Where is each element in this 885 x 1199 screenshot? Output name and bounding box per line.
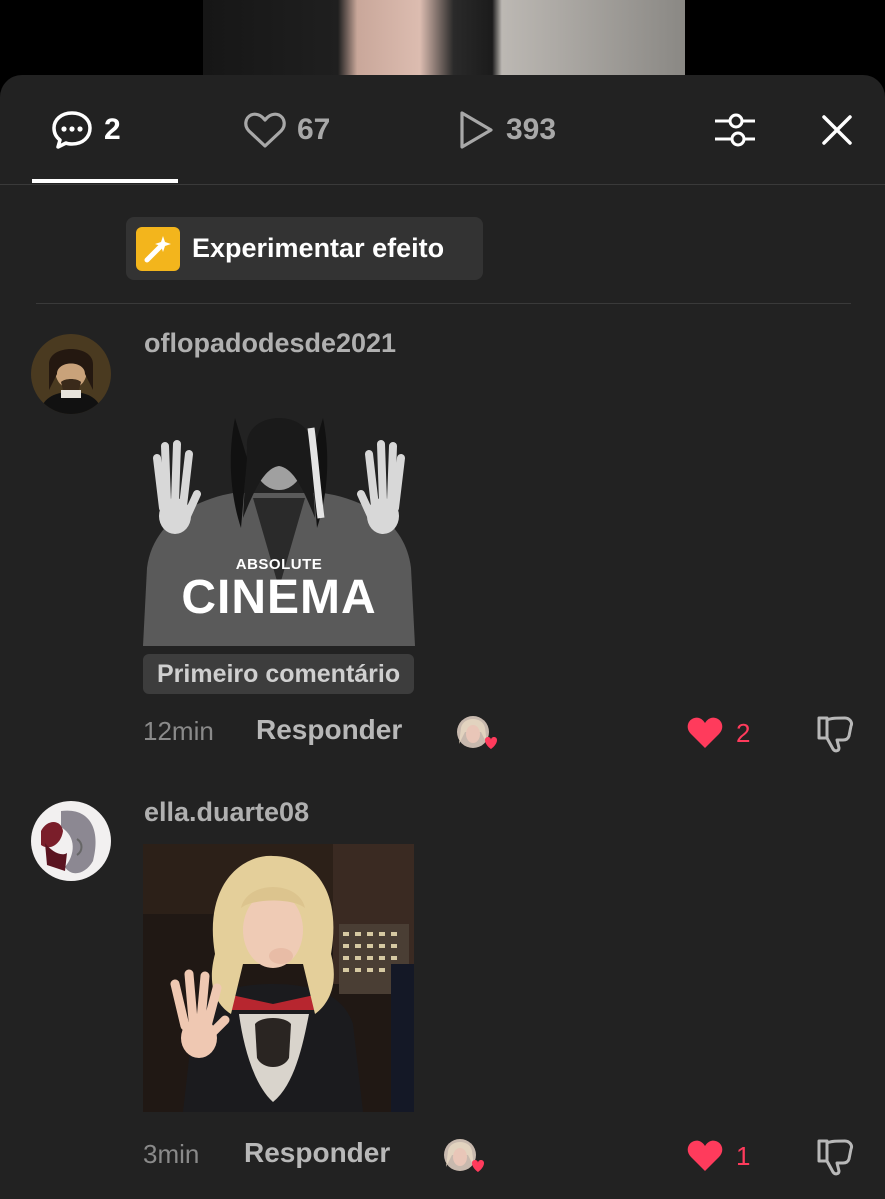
comments-tab-bar: 2 67 393 (0, 75, 885, 185)
dislike-button[interactable] (815, 714, 857, 754)
thumbs-down-icon (817, 1139, 853, 1176)
try-effect-label: Experimentar efeito (192, 233, 445, 263)
reply-button[interactable]: Responder (244, 1137, 390, 1169)
thumbs-down-icon (817, 716, 853, 753)
active-tab-indicator (32, 179, 178, 183)
divider (36, 303, 851, 304)
plays-count: 393 (506, 113, 557, 146)
close-button[interactable] (818, 111, 856, 149)
reply-button[interactable]: Responder (256, 714, 402, 746)
comment-bubble-icon (52, 111, 92, 149)
comments-count: 2 (104, 113, 121, 146)
like-count: 1 (736, 1140, 751, 1171)
avatar[interactable] (31, 801, 111, 881)
play-outline-icon (460, 111, 493, 149)
comment-actions: 12min Responder 2 (0, 712, 885, 754)
likes-count: 67 (297, 113, 331, 146)
tab-likes[interactable]: 67 (243, 107, 330, 153)
like-button[interactable]: 2 (686, 716, 750, 750)
comment-username[interactable]: ella.duarte08 (144, 797, 309, 828)
creator-liked-avatar (442, 1137, 484, 1177)
tab-comments[interactable]: 2 (50, 107, 121, 153)
try-effect-button[interactable]: Experimentar efeito (126, 217, 483, 280)
heart-filled-icon (687, 1140, 723, 1171)
comment-gif[interactable] (143, 844, 414, 1112)
first-comment-badge: Primeiro comentário (143, 654, 415, 694)
like-count: 2 (736, 717, 751, 748)
filter-button[interactable] (712, 109, 758, 151)
magic-wand-icon (136, 226, 180, 271)
creator-liked-avatar (455, 714, 497, 754)
close-icon (822, 115, 852, 145)
gif-caption-big: CINEMA (181, 571, 377, 624)
comment-time: 3min (143, 1139, 200, 1169)
like-button[interactable]: 1 (686, 1139, 750, 1173)
comment-username[interactable]: oflopadodesde2021 (144, 328, 396, 359)
tab-plays[interactable]: 393 (456, 107, 556, 153)
comment-actions: 3min Responder 1 (0, 1135, 885, 1177)
dislike-button[interactable] (815, 1137, 857, 1177)
avatar[interactable] (31, 334, 111, 414)
video-thumbnail[interactable] (203, 0, 685, 76)
heart-outline-icon (244, 112, 286, 148)
heart-filled-icon (687, 717, 723, 748)
sliders-icon (715, 113, 755, 147)
comments-sheet: 2 67 393 Experimentar efeito oflopadodes… (0, 75, 885, 1199)
comment-gif[interactable]: ABSOLUTE CINEMA (143, 398, 415, 646)
comment-time: 12min (143, 716, 214, 746)
